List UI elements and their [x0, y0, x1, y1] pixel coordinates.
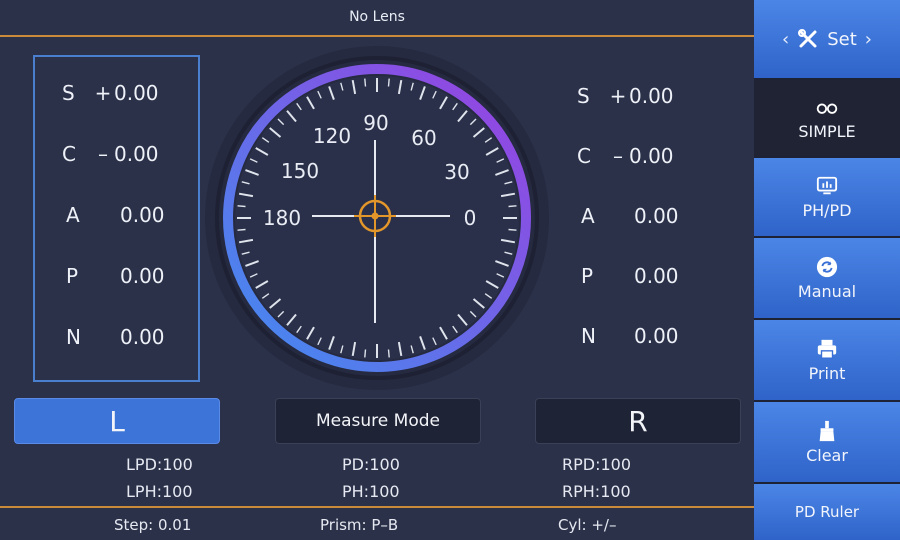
- dial-tick: [508, 228, 517, 231]
- lpd-value: LPD:100: [126, 455, 193, 474]
- lph-value: LPH:100: [126, 482, 193, 501]
- prism-setting[interactable]: Prism: P–B: [320, 516, 398, 534]
- sidebar-item-pd-ruler-label: PD Ruler: [794, 503, 860, 521]
- center-target-dot: [371, 212, 379, 220]
- axis-dial-graphic: 0 30 60 90 120 150 180: [205, 46, 549, 390]
- axis-dial: 0 30 60 90 120 150 180: [204, 45, 550, 391]
- dial-label-120: 120: [313, 124, 351, 148]
- dial-tick: [508, 205, 517, 208]
- right-reading-p: P 0.00: [581, 264, 679, 288]
- dial-tick: [237, 228, 246, 231]
- sidebar-item-print-label: Print: [808, 363, 846, 383]
- right-reading-c: C –0.00: [577, 144, 674, 168]
- sidebar-item-simple-label: SIMPLE: [798, 121, 856, 141]
- sidebar-item-clear[interactable]: Clear: [754, 402, 900, 484]
- dial-label-30: 30: [444, 160, 469, 184]
- sidebar-item-pd-ruler[interactable]: PD Ruler: [754, 484, 900, 540]
- sidebar-item-clear-label: Clear: [806, 445, 848, 465]
- chevron-left-icon[interactable]: ‹: [782, 29, 789, 50]
- glasses-icon: [816, 103, 838, 114]
- chevron-right-icon[interactable]: ›: [865, 29, 872, 50]
- ph-value: PH:100: [342, 482, 400, 501]
- dial-label-0: 0: [464, 206, 477, 230]
- pd-value: PD:100: [342, 455, 400, 474]
- dial-tick: [387, 78, 390, 87]
- right-reading-n: N 0.00: [581, 324, 679, 348]
- left-reading-p: P 0.00: [66, 264, 165, 288]
- measure-mode-button[interactable]: Measure Mode: [275, 398, 481, 444]
- title-divider: [0, 35, 754, 37]
- sidebar-item-phpd-label: PH/PD: [802, 200, 852, 220]
- sidebar-item-manual-label: Manual: [797, 281, 857, 301]
- right-reading-a: A 0.00: [581, 204, 679, 228]
- lens-status-title: No Lens: [349, 9, 405, 25]
- right-lens-button[interactable]: R: [535, 398, 741, 444]
- main-area: No Lens S +0.00 C –0.00 A 0.00 P 0.00 N 0.00: [0, 0, 754, 540]
- step-setting[interactable]: Step: 0.01: [114, 516, 191, 534]
- rph-value: RPH:100: [562, 482, 631, 501]
- left-reading-c: C –0.00: [62, 142, 159, 166]
- refresh-icon: [816, 256, 838, 277]
- dial-label-180: 180: [263, 206, 301, 230]
- sidebar-item-set-label: Set: [827, 28, 857, 50]
- dial-tick: [387, 349, 390, 358]
- dial-tick: [364, 349, 367, 358]
- sidebar: ‹ Set › SIMPLE PH/PD Manual Print Clear …: [754, 0, 900, 540]
- sidebar-item-simple[interactable]: SIMPLE: [754, 80, 900, 158]
- chart-monitor-icon: [816, 176, 838, 194]
- brush-icon: [819, 420, 835, 441]
- left-reading-a: A 0.00: [66, 203, 165, 227]
- cyl-setting[interactable]: Cyl: +/–: [558, 516, 616, 534]
- sidebar-item-manual[interactable]: Manual: [754, 238, 900, 320]
- dial-tick: [364, 78, 367, 87]
- dial-label-60: 60: [411, 126, 436, 150]
- left-reading-s: S +0.00: [62, 81, 159, 105]
- status-footer: Step: 0.01 Prism: P–B Cyl: +/–: [0, 506, 754, 540]
- dial-label-150: 150: [281, 159, 319, 183]
- dial-label-90: 90: [363, 111, 388, 135]
- rpd-value: RPD:100: [562, 455, 632, 474]
- dial-tick: [237, 205, 246, 208]
- printer-icon: [817, 339, 837, 359]
- sidebar-item-phpd[interactable]: PH/PD: [754, 158, 900, 238]
- left-reading-n: N 0.00: [66, 325, 165, 349]
- sidebar-item-set[interactable]: ‹ Set ›: [754, 0, 900, 80]
- tools-icon: [798, 29, 817, 48]
- sidebar-item-print[interactable]: Print: [754, 320, 900, 402]
- left-lens-button[interactable]: L: [14, 398, 220, 444]
- right-reading-s: S +0.00: [577, 84, 674, 108]
